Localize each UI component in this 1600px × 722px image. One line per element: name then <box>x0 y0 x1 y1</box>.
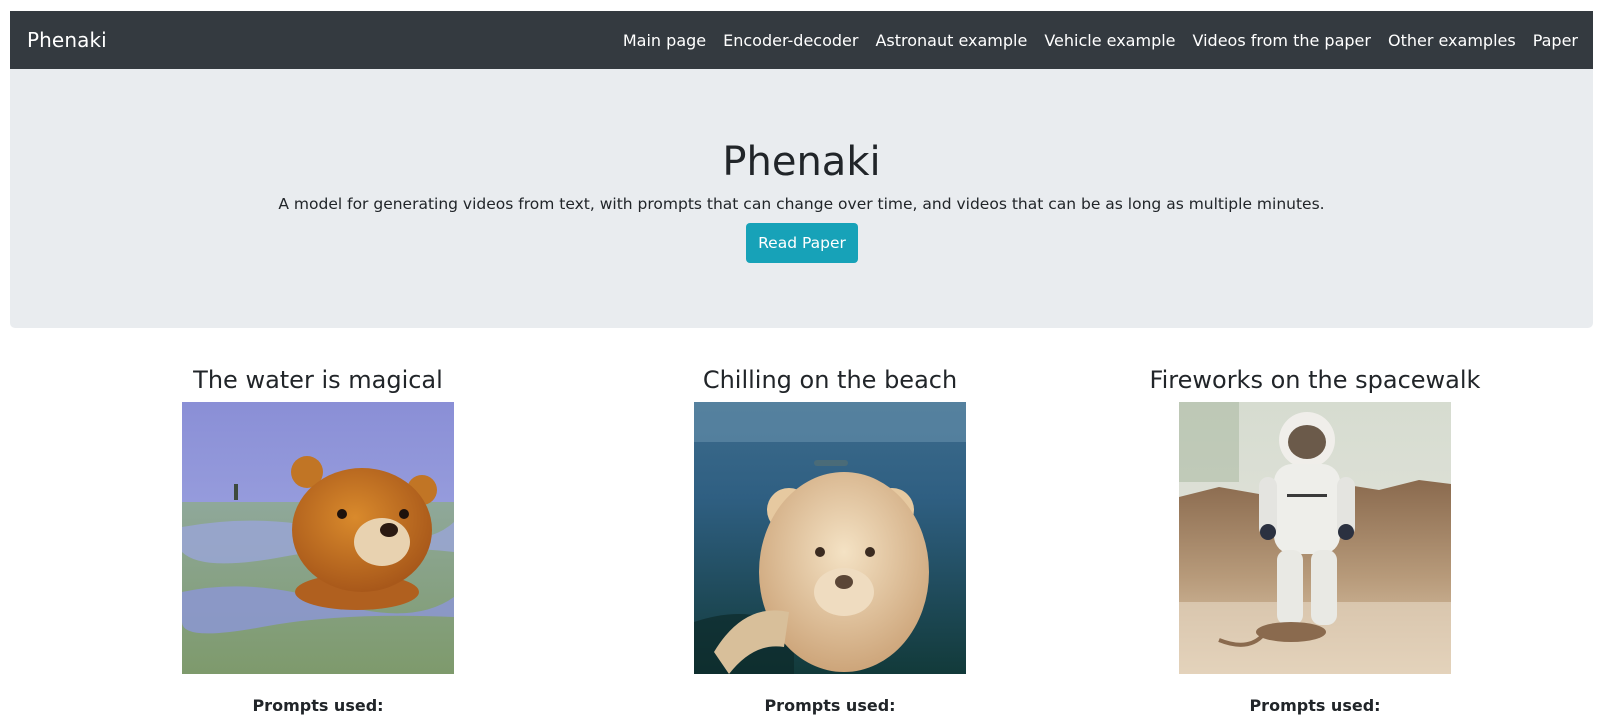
read-paper-button[interactable]: Read Paper <box>746 223 858 263</box>
hero-title: Phenaki <box>722 139 881 185</box>
hero-lead: A model for generating videos from text,… <box>278 195 1325 213</box>
hero-jumbotron: Phenaki A model for generating videos fr… <box>10 69 1593 328</box>
example-card-spacewalk: Fireworks on the spacewalk Prompts used: <box>1105 360 1525 715</box>
prompts-label: Prompts used: <box>1249 696 1381 715</box>
nav-link-other-examples[interactable]: Other examples <box>1388 31 1516 50</box>
example-video-astronaut[interactable] <box>1179 402 1451 674</box>
nav-link-astronaut-example[interactable]: Astronaut example <box>875 31 1027 50</box>
example-title: Fireworks on the spacewalk <box>1149 366 1481 394</box>
example-title: The water is magical <box>193 366 443 394</box>
example-card-water: The water is magical Prompts used: <box>108 360 528 715</box>
nav-links: Main page Encoder-decoder Astronaut exam… <box>623 31 1578 50</box>
top-navbar: Phenaki Main page Encoder-decoder Astron… <box>10 11 1593 69</box>
nav-link-vehicle-example[interactable]: Vehicle example <box>1044 31 1175 50</box>
nav-link-paper[interactable]: Paper <box>1533 31 1578 50</box>
example-card-beach: Chilling on the beach Prompts used: <box>620 360 1040 715</box>
nav-link-videos-from-paper[interactable]: Videos from the paper <box>1193 31 1371 50</box>
nav-link-encoder-decoder[interactable]: Encoder-decoder <box>723 31 858 50</box>
prompts-label: Prompts used: <box>764 696 896 715</box>
example-title: Chilling on the beach <box>702 366 958 394</box>
navbar-brand[interactable]: Phenaki <box>27 28 107 52</box>
prompts-label: Prompts used: <box>252 696 384 715</box>
page: Phenaki Main page Encoder-decoder Astron… <box>0 0 1600 722</box>
example-video-teddy-water[interactable] <box>182 402 454 674</box>
example-video-teddy-beach[interactable] <box>694 402 966 674</box>
nav-link-main-page[interactable]: Main page <box>623 31 706 50</box>
